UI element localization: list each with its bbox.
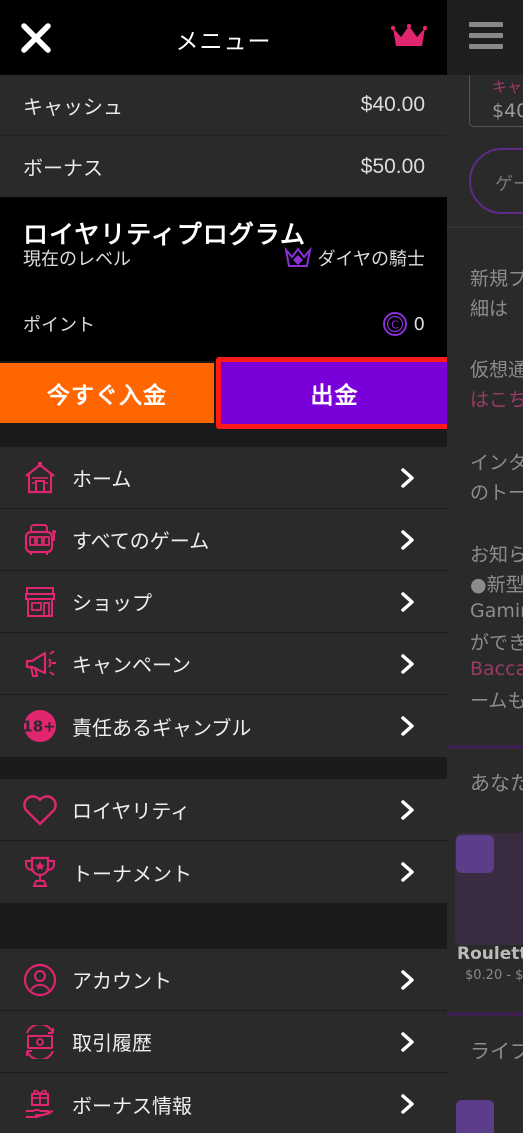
crown-icon[interactable] xyxy=(391,24,427,50)
menu-item-responsible-gambling[interactable]: 18+ 責任あるギャンブル xyxy=(0,695,447,757)
background-text: ゲー xyxy=(495,174,523,195)
hamburger-menu-icon[interactable] xyxy=(469,22,503,52)
background-text: ライブ xyxy=(470,1039,523,1063)
menu-item-label: すべてのゲーム xyxy=(72,529,210,553)
money-exchange-icon xyxy=(26,1024,54,1059)
background-text: Bacca xyxy=(470,658,523,680)
game-badge-icon xyxy=(456,1100,494,1133)
coin-icon: C xyxy=(382,312,407,336)
withdraw-button[interactable]: 出金 xyxy=(216,357,447,429)
cash-label: キャッシュ xyxy=(23,94,123,119)
menu-item-account[interactable]: アカウント xyxy=(0,949,447,1011)
background-text: キャ xyxy=(492,78,523,96)
menu-item-label: ホーム xyxy=(72,467,132,491)
menu-item-label: ロイヤリティ xyxy=(72,799,191,823)
deposit-button[interactable]: 今すぐ入金 xyxy=(0,363,214,423)
background-page: キャ $40 ゲー 新規プ 細は 仮想通 はこち インタ のトー お知ら ●新型… xyxy=(447,0,523,1133)
chevron-right-icon xyxy=(401,530,414,550)
svg-text:18+: 18+ xyxy=(23,718,56,736)
menu-item-home[interactable]: ホーム xyxy=(0,447,447,509)
chevron-right-icon xyxy=(401,970,414,990)
background-text: はこち xyxy=(470,389,523,411)
gift-hand-icon xyxy=(26,1089,54,1118)
trophy-icon xyxy=(24,856,56,887)
background-text: 新規プ xyxy=(470,268,523,290)
background-text: Roulett xyxy=(457,944,523,964)
age-18-icon: 18+ xyxy=(23,710,56,742)
menu-item-tournament[interactable]: トーナメント xyxy=(0,841,447,903)
menu-group-account: アカウント 取引履歴 ボーナス情報 xyxy=(0,949,447,1133)
side-menu-drawer: メニュー キャッシュ $40.00 ボーナス $50.00 ロイヤリティプログラ… xyxy=(0,0,447,1133)
chevron-right-icon xyxy=(401,654,414,674)
chevron-right-icon xyxy=(401,716,414,736)
background-text: あなた xyxy=(470,771,523,795)
bonus-label: ボーナス xyxy=(23,156,103,180)
current-level-row: 現在のレベル ダイヤの騎士 xyxy=(23,245,425,271)
menu-header: メニュー xyxy=(0,0,447,75)
menu-item-shop[interactable]: ショップ xyxy=(0,571,447,633)
background-text: 仮想通 xyxy=(470,359,523,381)
chevron-right-icon xyxy=(401,1094,414,1114)
chevron-right-icon xyxy=(401,1032,414,1052)
menu-item-transaction-history[interactable]: 取引履歴 xyxy=(0,1011,447,1073)
loyalty-program-panel: ロイヤリティプログラム 現在のレベル ダイヤの騎士 ポイント C 0 xyxy=(0,197,447,361)
svg-text:C: C xyxy=(391,319,399,332)
cash-balance-row: キャッシュ $40.00 xyxy=(0,75,447,136)
chevron-right-icon xyxy=(401,862,414,882)
background-text: インタ xyxy=(470,452,523,474)
chevron-right-icon xyxy=(401,468,414,488)
background-text: Gamin xyxy=(470,600,523,622)
menu-item-label: ボーナス情報 xyxy=(72,1093,192,1118)
shop-icon xyxy=(25,586,55,617)
points-label: ポイント xyxy=(23,315,95,336)
game-badge-icon xyxy=(456,835,494,873)
chevron-right-icon xyxy=(401,800,414,820)
menu-item-bonus-info[interactable]: ボーナス情報 xyxy=(0,1073,447,1133)
user-icon xyxy=(23,963,57,996)
current-level-value: ダイヤの騎士 xyxy=(317,249,425,270)
menu-group-main: ホーム すべてのゲーム ショップ キャンペーン 18+ 責任あるギャンブル xyxy=(0,447,447,757)
background-text: ができ xyxy=(470,632,523,654)
points-value: 0 xyxy=(413,313,425,335)
menu-item-label: 責任あるギャンブル xyxy=(72,715,252,740)
menu-group-loyalty: ロイヤリティ トーナメント xyxy=(0,779,447,903)
background-text: ームも xyxy=(470,690,523,712)
current-level-label: 現在のレベル xyxy=(23,249,131,270)
menu-item-campaign[interactable]: キャンペーン xyxy=(0,633,447,695)
menu-item-all-games[interactable]: すべてのゲーム xyxy=(0,509,447,571)
chevron-right-icon xyxy=(401,592,414,612)
menu-item-label: アカウント xyxy=(72,969,172,993)
background-text: お知ら xyxy=(470,544,523,566)
bonus-value: $50.00 xyxy=(360,154,425,178)
megaphone-icon xyxy=(25,649,56,677)
bonus-balance-row: ボーナス $50.00 xyxy=(0,136,447,197)
menu-item-label: キャンペーン xyxy=(72,653,191,677)
menu-title: メニュー xyxy=(175,29,272,55)
menu-item-label: ショップ xyxy=(72,591,152,615)
cash-value: $40.00 xyxy=(360,93,425,116)
menu-item-label: 取引履歴 xyxy=(72,1031,152,1055)
points-row: ポイント C 0 xyxy=(23,311,425,337)
heart-icon xyxy=(23,794,57,825)
background-text: のトー xyxy=(470,482,523,504)
background-text: 細は xyxy=(470,298,509,320)
diamond-knight-icon xyxy=(283,247,312,267)
slot-machine-icon xyxy=(24,523,56,555)
menu-item-loyalty[interactable]: ロイヤリティ xyxy=(0,779,447,841)
background-text: ●新型 xyxy=(470,574,523,596)
menu-item-label: トーナメント xyxy=(72,861,192,886)
background-header xyxy=(447,0,523,75)
house-icon xyxy=(25,461,55,493)
background-text: $40 xyxy=(492,100,523,122)
background-text: $0.20 - $ xyxy=(465,968,523,983)
